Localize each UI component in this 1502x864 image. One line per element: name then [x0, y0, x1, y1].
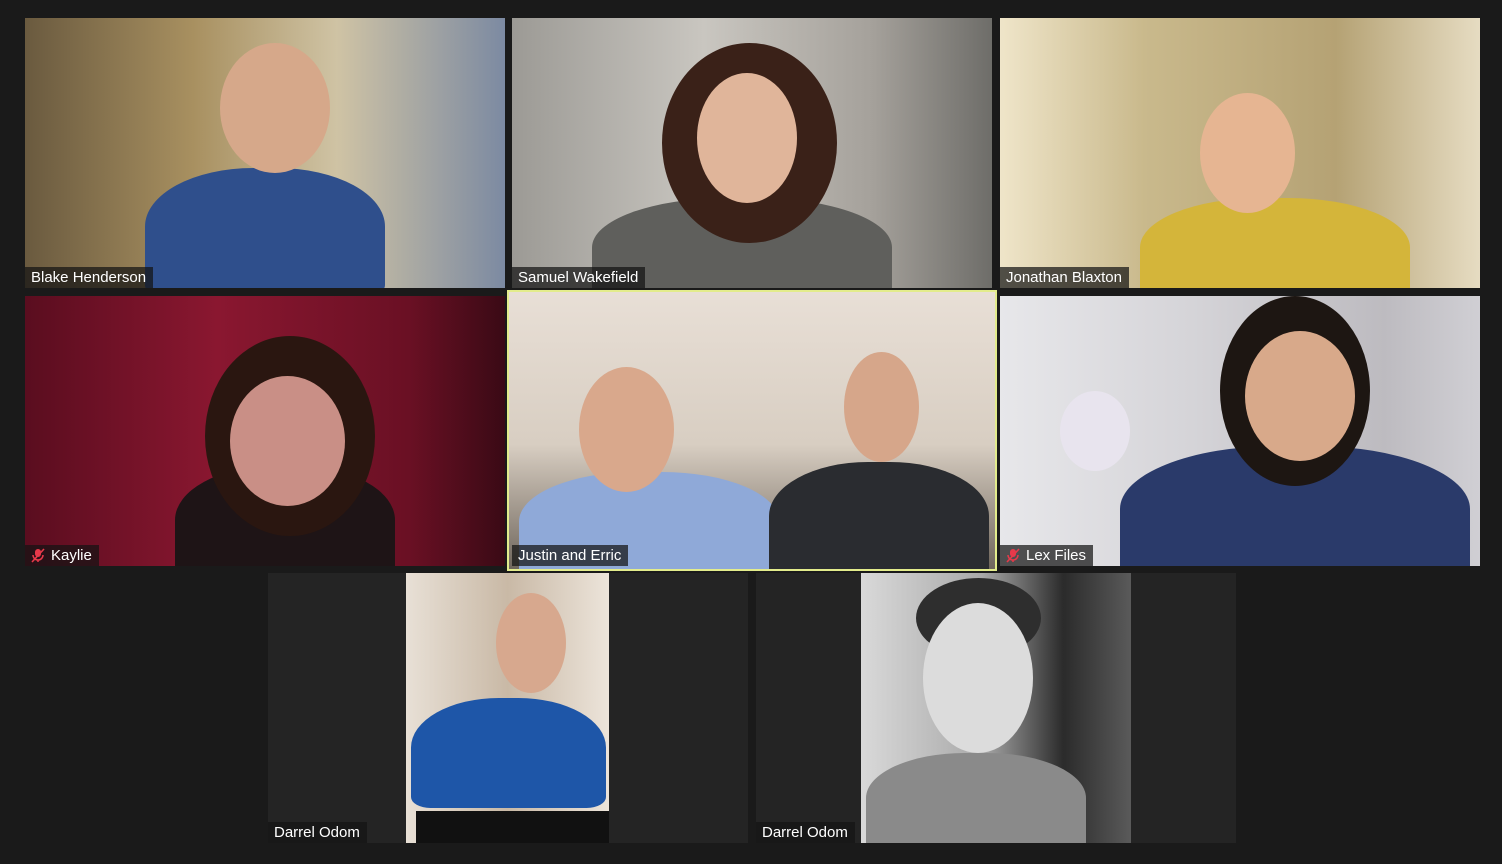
participant-head	[923, 603, 1033, 753]
participant-name-tag: Justin and Erric	[512, 545, 629, 566]
participant-video	[406, 573, 609, 843]
video-tile-justin-and-erric[interactable]: Justin and Erric	[507, 290, 997, 571]
participant-name: Justin and Erric	[518, 547, 622, 564]
participant-name-tag: Darrel Odom	[756, 822, 855, 843]
participant-silhouette	[1140, 198, 1410, 288]
participant-hand	[1060, 391, 1130, 471]
video-tile-darrel-odom-1[interactable]: Darrel Odom	[268, 573, 748, 843]
participant-silhouette	[145, 168, 385, 288]
mic-muted-icon	[1006, 548, 1020, 563]
participant-name-tag: Samuel Wakefield	[512, 267, 646, 288]
participant-head	[220, 43, 330, 173]
participant-name-tag: Jonathan Blaxton	[1000, 267, 1129, 288]
keyboard	[416, 811, 609, 843]
participant-name: Lex Files	[1026, 547, 1087, 564]
participant-head	[230, 376, 345, 506]
participant-head	[697, 73, 797, 203]
participant-name: Blake Henderson	[31, 269, 147, 286]
participant-name: Darrel Odom	[274, 824, 360, 841]
participant-head	[579, 367, 674, 492]
participant-silhouette	[866, 753, 1086, 843]
participant-head	[844, 352, 919, 462]
participant-silhouette	[769, 462, 989, 569]
participant-silhouette	[411, 698, 606, 808]
participant-head	[496, 593, 566, 693]
participant-name-tag: Lex Files	[1000, 545, 1094, 566]
video-tile-kaylie[interactable]: Kaylie	[25, 296, 505, 566]
participant-video	[25, 296, 505, 566]
participant-head	[1245, 331, 1355, 461]
video-tile-darrel-odom-2[interactable]: Darrel Odom	[756, 573, 1236, 843]
participant-video	[1000, 296, 1480, 566]
participant-name-tag: Kaylie	[25, 545, 99, 566]
video-tile-blake-henderson[interactable]: Blake Henderson	[25, 18, 505, 288]
participant-name: Darrel Odom	[762, 824, 848, 841]
participant-video	[861, 573, 1131, 843]
video-tile-samuel-wakefield[interactable]: Samuel Wakefield	[512, 18, 992, 288]
participant-video	[512, 18, 992, 288]
participant-name-tag: Blake Henderson	[25, 267, 154, 288]
mic-muted-icon	[31, 548, 45, 563]
participant-video	[25, 18, 505, 288]
participant-video	[1000, 18, 1480, 288]
participant-name: Jonathan Blaxton	[1006, 269, 1122, 286]
participant-name: Samuel Wakefield	[518, 269, 639, 286]
participant-head	[1200, 93, 1295, 213]
participant-name: Kaylie	[51, 547, 92, 564]
video-tile-lex-files[interactable]: Lex Files	[1000, 296, 1480, 566]
participant-name-tag: Darrel Odom	[268, 822, 367, 843]
video-tile-jonathan-blaxton[interactable]: Jonathan Blaxton	[1000, 18, 1480, 288]
participant-video	[509, 292, 995, 569]
